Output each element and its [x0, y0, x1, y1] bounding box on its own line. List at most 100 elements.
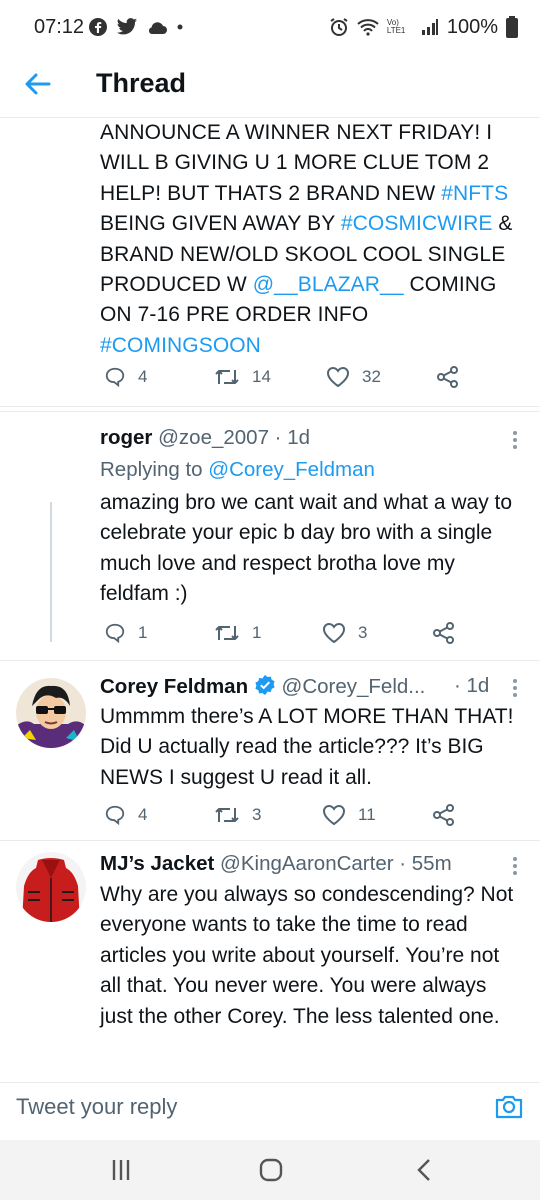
reply-input[interactable]: Tweet your reply	[16, 1094, 177, 1120]
divider	[0, 660, 540, 661]
retweet-count: 3	[252, 805, 262, 824]
main-tweet-actions: 4 14 32	[104, 366, 460, 388]
camera-icon[interactable]	[494, 1091, 524, 1121]
reply-count: 4	[138, 367, 148, 386]
reply-icon	[105, 805, 125, 826]
avatar[interactable]	[16, 852, 86, 922]
like-count: 11	[358, 805, 376, 824]
signal-icon	[421, 19, 438, 35]
facebook-icon	[89, 18, 107, 36]
retweet-icon	[215, 808, 239, 822]
user-name[interactable]: roger	[100, 426, 152, 449]
main-tweet-text: ANNOUNCE A WINNER NEXT FRIDAY! I WILL B G…	[100, 118, 530, 361]
like-icon	[326, 366, 350, 388]
tweet-actions: 1 1 3	[104, 622, 456, 644]
hashtag-link[interactable]: @__BLAZAR__	[253, 273, 404, 296]
tweet-text: Why are you always so condescending? Not…	[100, 883, 514, 1028]
jacket-avatar-icon	[16, 852, 86, 922]
retweet-count: 1	[252, 623, 262, 642]
hashtag-link[interactable]: #COSMICWIRE	[341, 212, 493, 235]
reply-composer[interactable]: Tweet your reply	[0, 1082, 540, 1134]
thread-line	[50, 502, 52, 642]
tweet-header: roger @zoe_2007 · 1d	[100, 426, 310, 450]
retweet-icon	[215, 626, 239, 640]
back-nav-icon[interactable]	[410, 1158, 440, 1182]
page-title: Thread	[96, 68, 187, 98]
tweet-text-segment: BRAND NEW/OLD SKOOL COOL SINGLE	[100, 242, 506, 266]
like-button[interactable]: 11	[322, 804, 432, 826]
share-button[interactable]	[432, 804, 456, 826]
retweet-count: 14	[252, 367, 271, 386]
tweet-text-segment: WILL B GIVING U 1 MORE CLUE TOM 2	[100, 151, 490, 175]
divider	[0, 406, 540, 407]
share-button[interactable]	[432, 622, 456, 644]
like-button[interactable]: 3	[322, 622, 432, 644]
status-bar: 07:12 Vo) LTE1 100%	[0, 0, 540, 56]
hashtag-link[interactable]: #NFTS	[441, 182, 508, 205]
dot-icon	[177, 24, 183, 30]
main-tweet-line: #COMINGSOON	[100, 331, 530, 361]
like-icon	[322, 804, 346, 826]
user-name[interactable]: Corey Feldman	[100, 675, 248, 698]
tweet-header: Corey Feldman @Corey_Feld...	[100, 674, 425, 699]
retweet-button[interactable]: 3	[214, 804, 322, 826]
user-handle: @KingAaronCarter · 55m	[220, 852, 452, 875]
battery-percent: 100%	[446, 15, 498, 38]
replying-handle-link[interactable]: @Corey_Feldman	[208, 458, 375, 481]
status-time: 07:12	[34, 16, 85, 38]
system-nav-bar	[0, 1140, 540, 1200]
reply-button[interactable]: 4	[104, 804, 214, 826]
recents-icon[interactable]	[106, 1158, 136, 1182]
main-tweet-line: ON 7-16 PRE ORDER INFO	[100, 300, 530, 330]
like-button[interactable]: 32	[326, 366, 436, 388]
reply-count: 1	[138, 623, 148, 642]
alarm-icon	[330, 18, 348, 36]
tweet-header: MJ’s Jacket @KingAaronCarter · 55m	[100, 852, 452, 876]
user-name[interactable]: MJ’s Jacket	[100, 852, 214, 875]
retweet-button[interactable]: 1	[214, 622, 322, 644]
main-tweet-line: BRAND NEW/OLD SKOOL COOL SINGLE	[100, 240, 530, 270]
retweet-button[interactable]: 14	[214, 366, 326, 388]
app-header: Thread	[0, 56, 540, 118]
network-label: Vo) LTE1	[386, 18, 406, 35]
tweet-text: amazing bro we cant wait and what a way …	[100, 491, 513, 606]
retweet-icon	[215, 370, 239, 384]
avatar-illustration-icon	[16, 678, 86, 748]
share-icon	[433, 804, 454, 826]
main-tweet-line: HELP! BUT THATS 2 BRAND NEW #NFTS	[100, 179, 530, 209]
home-icon[interactable]	[256, 1158, 286, 1182]
share-button[interactable]	[436, 366, 460, 388]
system-status: Vo) LTE1 100%	[329, 14, 518, 40]
tweet-time: · 1d	[454, 674, 490, 697]
share-icon	[437, 366, 458, 388]
back-arrow-icon	[25, 73, 51, 95]
replying-to: Replying to @Corey_Feldman	[100, 458, 375, 482]
like-count: 3	[358, 623, 368, 642]
like-count: 32	[362, 367, 381, 386]
tweet-text-segment: COMING	[403, 273, 497, 297]
hashtag-link[interactable]: #COMINGSOON	[100, 334, 261, 357]
twitter-icon	[116, 18, 138, 35]
more-icon[interactable]	[512, 430, 518, 450]
back-button[interactable]	[22, 68, 54, 100]
wifi-icon	[357, 19, 379, 36]
reply-button[interactable]: 4	[104, 366, 214, 388]
user-handle: @zoe_2007 · 1d	[158, 426, 310, 449]
share-icon	[433, 622, 454, 644]
divider	[0, 411, 540, 412]
avatar[interactable]	[16, 678, 86, 748]
more-icon[interactable]	[512, 856, 518, 876]
tweet-actions: 4 3 11	[104, 804, 456, 826]
main-tweet-line: WILL B GIVING U 1 MORE CLUE TOM 2	[100, 148, 530, 178]
tweet-text: Ummmm there’s A LOT MORE THAN THAT! Did …	[100, 705, 514, 789]
reply-icon	[105, 367, 125, 388]
tweet-text-segment: PRODUCED W	[100, 273, 253, 297]
verified-icon	[255, 675, 275, 695]
reply-button[interactable]: 1	[104, 622, 214, 644]
battery-icon	[506, 16, 518, 38]
divider	[0, 840, 540, 841]
replying-label: Replying to	[100, 458, 209, 481]
tweet-text-segment: ANNOUNCE A WINNER NEXT FRIDAY! I	[100, 121, 493, 144]
more-icon[interactable]	[512, 678, 518, 698]
cloud-icon	[148, 22, 167, 34]
